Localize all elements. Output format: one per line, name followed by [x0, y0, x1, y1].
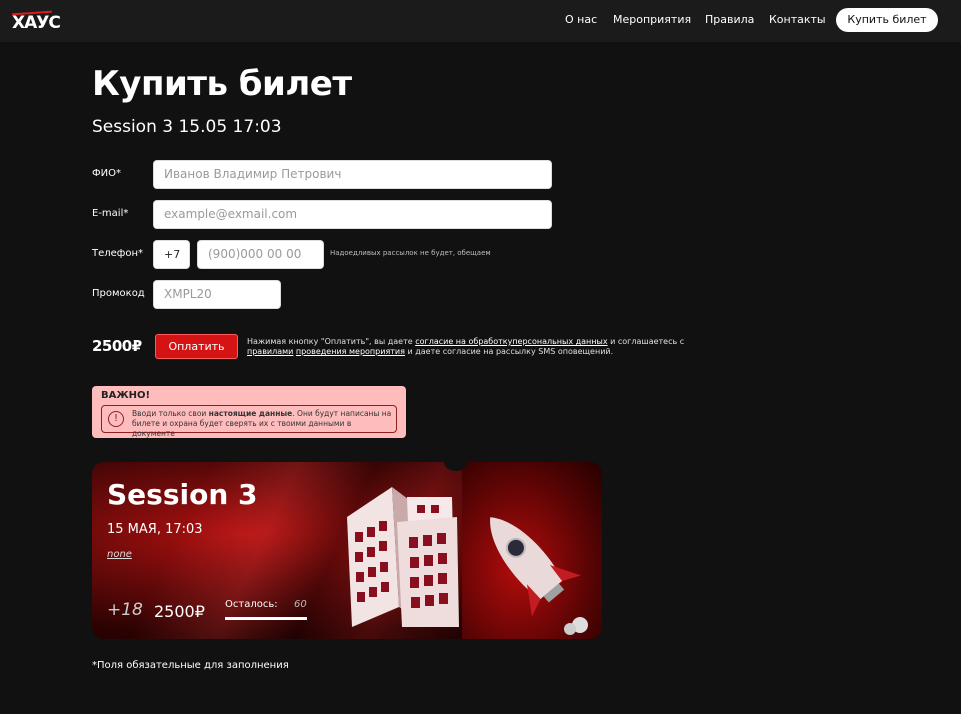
nav-buy-ticket-button[interactable]: Купить билет [836, 8, 938, 32]
email-label: E-mail* [92, 208, 129, 219]
name-label: ФИО* [92, 168, 121, 179]
event-title: Session 3 [107, 478, 258, 511]
total-price: 2500₽ [92, 337, 142, 355]
phone-input[interactable]: (900)000 00 00 [197, 240, 324, 269]
phone-code-select[interactable]: +7 [153, 240, 190, 269]
rocket-illustration [490, 517, 588, 635]
nav-link-events[interactable]: Мероприятия [613, 13, 691, 26]
warning-text-bold: настоящие данные [208, 409, 293, 418]
warning-box: ВАЖНО! ! Вводи только свои настоящие дан… [92, 386, 406, 438]
consent-link-rules[interactable]: правилами [247, 347, 293, 356]
remaining-value: 60 [294, 599, 307, 610]
exclamation-icon: ! [108, 411, 124, 427]
promo-label: Промокод [92, 288, 145, 299]
warning-inner-box: ! Вводи только свои настоящие данные. Он… [101, 405, 397, 438]
warning-text-part: Вводи только свои [132, 409, 209, 418]
nav-link-contacts[interactable]: Контакты [769, 13, 826, 26]
email-input[interactable]: example@exmail.com [153, 200, 552, 229]
event-location-link[interactable]: none [107, 549, 132, 560]
logo[interactable]: ХАУС [11, 8, 61, 34]
consent-text-part: Нажимая кнопку "Оплатить", вы даете [247, 337, 416, 346]
phone-label: Телефон* [92, 248, 144, 259]
phone-note: Надоедливых рассылок не будет, обещаем [330, 249, 491, 257]
event-card[interactable]: Session 3 15 МАЯ, 17:03 none +18 2500₽ О… [92, 462, 602, 639]
event-date: 15 МАЯ, 17:03 [107, 522, 203, 537]
warning-title: ВАЖНО! [101, 390, 151, 401]
remaining-label: Осталось: [225, 599, 278, 610]
pay-button[interactable]: Оплатить [155, 334, 238, 359]
building-illustration [347, 487, 459, 627]
consent-text-part: и соглашаетесь с [607, 337, 685, 346]
consent-link-event-rules[interactable]: проведения мероприятия [296, 347, 405, 356]
warning-text: Вводи только свои настоящие данные. Они … [132, 409, 394, 439]
top-navbar: ХАУС О нас Мероприятия Правила Контакты … [0, 0, 961, 42]
nav-link-rules[interactable]: Правила [705, 13, 754, 26]
required-fields-note: *Поля обязательные для заполнения [92, 660, 289, 671]
consent-text-part: и даете согласие на рассылку SMS оповеще… [404, 347, 614, 356]
consent-link-personal-data[interactable]: согласие на обработкуперсональных данных [415, 337, 607, 346]
consent-text: Нажимая кнопку "Оплатить", вы даете согл… [247, 337, 687, 357]
remaining-progress-bar [225, 617, 307, 620]
promo-input[interactable]: XMPL20 [153, 280, 281, 309]
age-rating: +18 [107, 600, 143, 620]
session-subtitle: Session 3 15.05 17:03 [92, 117, 282, 137]
logo-text: ХАУС [12, 13, 61, 33]
event-price: 2500₽ [154, 602, 205, 621]
nav-link-about[interactable]: О нас [565, 13, 597, 26]
name-input[interactable]: Иванов Владимир Петрович [153, 160, 552, 189]
page-title: Купить билет [92, 64, 352, 104]
